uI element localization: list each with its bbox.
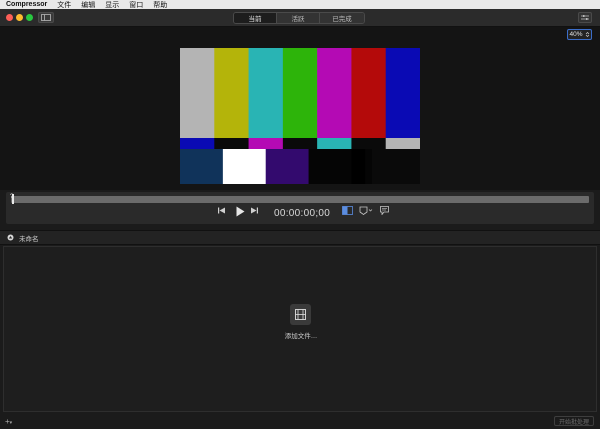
marker-menu-button[interactable] bbox=[359, 206, 373, 215]
timecode-display: 00:00:00;00 bbox=[274, 208, 331, 219]
zoom-select[interactable]: 40% bbox=[567, 29, 592, 40]
color-bar-top-3 bbox=[282, 48, 318, 138]
tab-current[interactable]: 当前 bbox=[234, 13, 277, 23]
color-bar-middle-2 bbox=[248, 138, 284, 149]
color-bar-top-6 bbox=[385, 48, 420, 138]
color-bar-top-1 bbox=[214, 48, 250, 138]
caption-icon bbox=[380, 206, 389, 215]
tab-completed[interactable]: 已完成 bbox=[320, 13, 364, 23]
sidebar-icon bbox=[41, 14, 51, 21]
color-bar-top-0 bbox=[180, 48, 215, 138]
smpte-color-bars bbox=[180, 48, 420, 184]
color-bar-bottom-0 bbox=[180, 149, 224, 184]
color-bar-middle-4 bbox=[317, 138, 352, 149]
marker-icon bbox=[359, 206, 373, 215]
go-to-end-button[interactable] bbox=[250, 206, 259, 215]
sliders-icon bbox=[581, 15, 589, 20]
color-bar-bottom-2 bbox=[265, 149, 310, 184]
tab-active[interactable]: 活跃 bbox=[277, 13, 320, 23]
film-icon bbox=[295, 309, 306, 320]
color-bar-bottom-4 bbox=[351, 149, 366, 184]
add-menu-button[interactable]: +▾ bbox=[5, 417, 12, 426]
add-files-button[interactable] bbox=[290, 304, 311, 325]
split-view-icon bbox=[342, 206, 353, 215]
close-window-button[interactable] bbox=[6, 14, 13, 21]
minimize-window-button[interactable] bbox=[16, 14, 23, 21]
color-bar-middle-0 bbox=[180, 138, 215, 149]
color-bar-bottom-5 bbox=[365, 149, 373, 184]
batch-header: 未命名 bbox=[0, 230, 600, 245]
batch-icon bbox=[7, 234, 14, 241]
zoom-window-button[interactable] bbox=[26, 14, 33, 21]
color-bar-middle-6 bbox=[385, 138, 420, 149]
skip-back-icon bbox=[218, 207, 225, 214]
zoom-value: 40% bbox=[569, 31, 583, 38]
menu-bar: Compressor 文件 编辑 显示 窗口 帮助 bbox=[0, 0, 600, 9]
go-to-start-button[interactable] bbox=[217, 206, 226, 215]
window-toolbar: 当前 活跃 已完成 bbox=[0, 9, 600, 27]
color-bar-bottom-1 bbox=[222, 149, 267, 184]
batch-drop-area[interactable] bbox=[3, 246, 597, 412]
sidebar-toggle-button[interactable] bbox=[38, 12, 54, 23]
view-segmented-control: 当前 活跃 已完成 bbox=[233, 12, 365, 24]
timeline-scrubber[interactable] bbox=[11, 196, 589, 203]
color-bar-bottom-6 bbox=[372, 149, 420, 184]
playhead-marker: ? bbox=[10, 194, 14, 200]
skip-forward-icon bbox=[251, 207, 258, 214]
playback-controls: ? 00:00:00;00 bbox=[6, 192, 594, 224]
preview-viewer: 40% bbox=[0, 27, 600, 190]
color-bar-top-5 bbox=[351, 48, 387, 138]
color-bar-middle-3 bbox=[282, 138, 318, 149]
start-batch-button[interactable]: 开始批处理 bbox=[554, 416, 594, 426]
play-icon bbox=[236, 206, 245, 217]
chevron-down-icon: ▾ bbox=[9, 420, 13, 426]
color-bars-preview bbox=[180, 48, 420, 184]
color-bar-top-4 bbox=[317, 48, 352, 138]
inspector-toggle-button[interactable] bbox=[578, 12, 592, 23]
color-bar-middle-1 bbox=[214, 138, 250, 149]
chevron-updown-icon bbox=[585, 32, 589, 37]
compare-view-button[interactable] bbox=[342, 206, 353, 215]
batch-title[interactable]: 未命名 bbox=[19, 233, 39, 243]
bottom-bar: +▾ 开始批处理 bbox=[0, 413, 600, 429]
color-bar-middle-5 bbox=[351, 138, 387, 149]
add-files-label: 添加文件… bbox=[284, 333, 318, 340]
play-button[interactable] bbox=[235, 206, 245, 217]
app-menu[interactable]: Compressor bbox=[6, 1, 47, 8]
color-bar-bottom-3 bbox=[308, 149, 352, 184]
color-bar-top-2 bbox=[248, 48, 284, 138]
captions-button[interactable] bbox=[380, 206, 389, 215]
